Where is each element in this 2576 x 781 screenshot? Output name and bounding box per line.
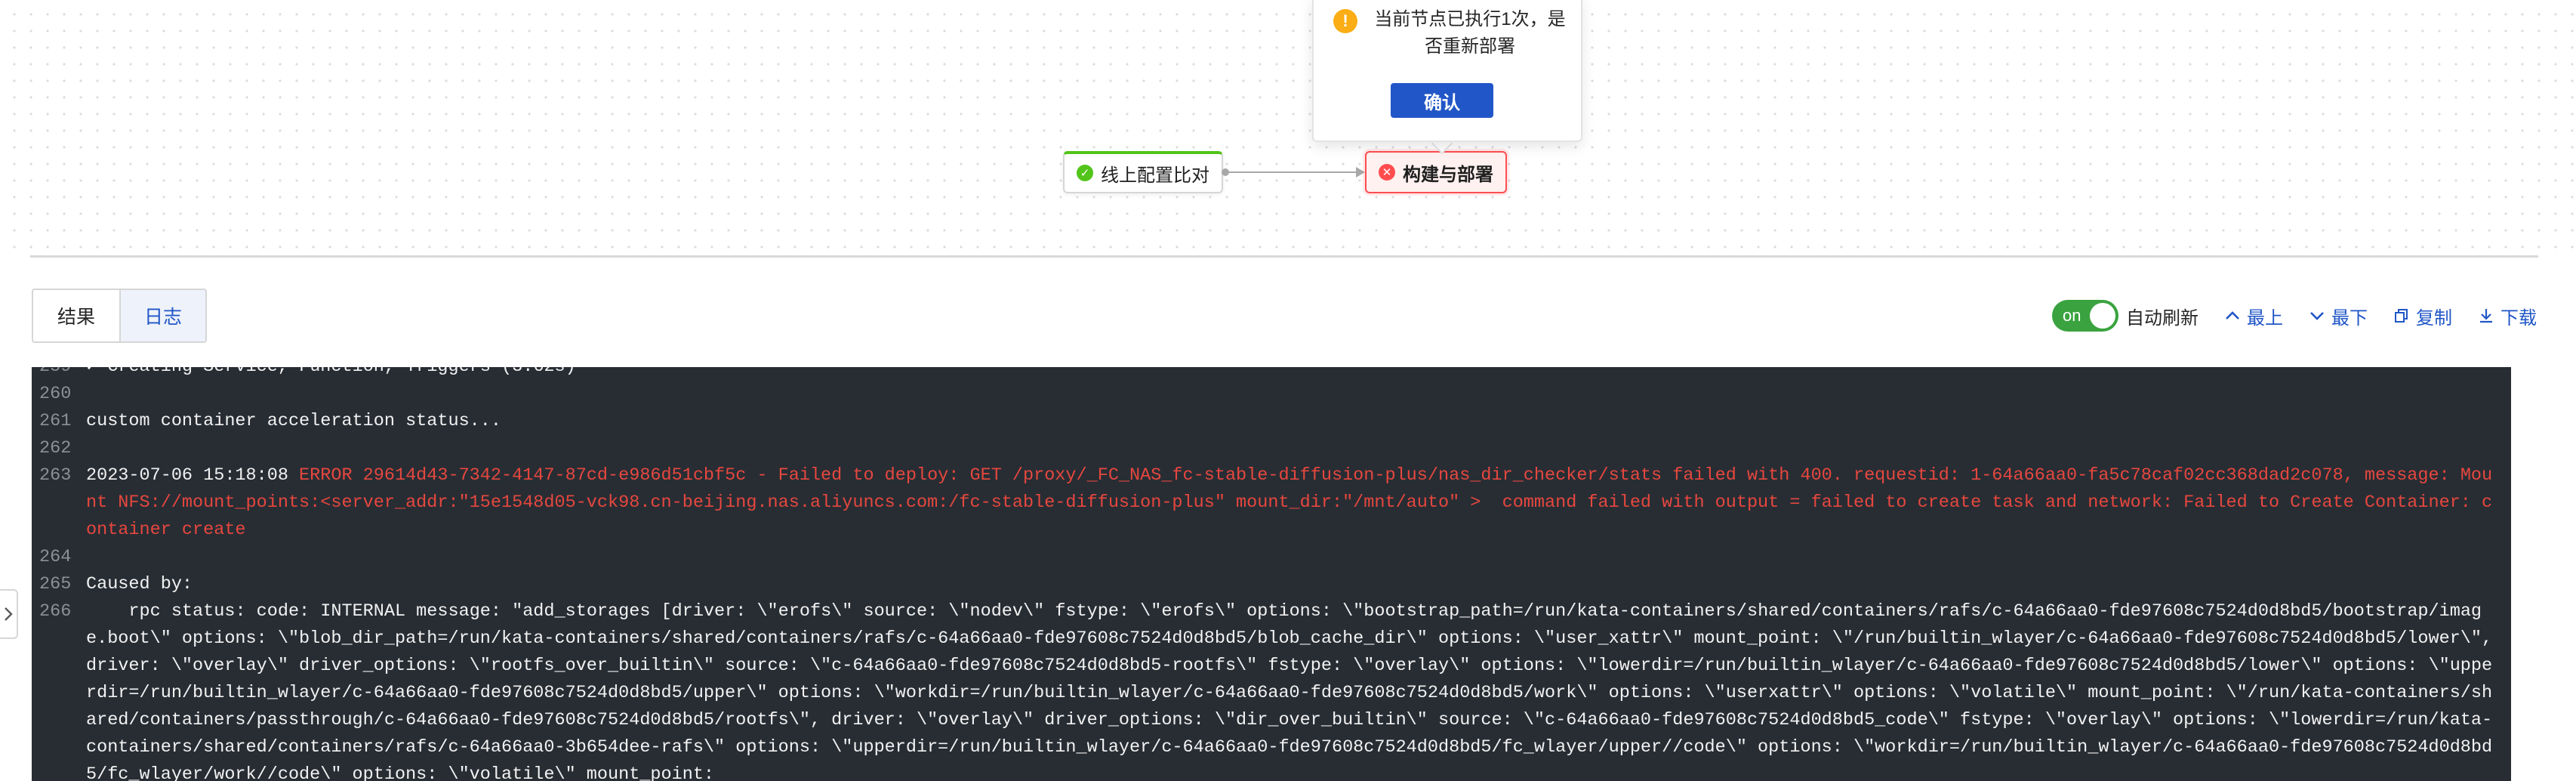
- log-line: 262: [32, 435, 2511, 462]
- auto-refresh-toggle[interactable]: on: [2052, 300, 2118, 332]
- download-button[interactable]: 下载: [2478, 303, 2537, 329]
- download-icon: [2480, 309, 2492, 323]
- line-number: 265: [39, 574, 72, 594]
- log-line: 261 custom container acceleration status…: [32, 408, 2511, 435]
- chevron-right-icon: [5, 607, 13, 621]
- scroll-bottom-button[interactable]: 最下: [2309, 303, 2368, 329]
- chevron-down-icon: [2310, 312, 2324, 320]
- line-number: 262: [39, 438, 72, 458]
- warning-icon: !: [1333, 9, 1357, 33]
- line-text: custom container acceleration status...: [86, 411, 501, 431]
- popover-message: 当前节点已执行1次，是否重新部署: [1374, 9, 1566, 57]
- tab-result[interactable]: 结果: [33, 290, 119, 341]
- pipeline-canvas: [0, 0, 2576, 257]
- redeploy-popover: ! 当前节点已执行1次，是否重新部署 确认: [1312, 0, 1582, 142]
- log-line-error: 263 2023-07-06 15:18:08 ERROR 29614d43-7…: [32, 462, 2511, 544]
- tab-log[interactable]: 日志: [119, 290, 205, 341]
- line-number: 261: [39, 411, 72, 431]
- line-number: 266: [39, 601, 72, 622]
- line-number: 260: [39, 384, 72, 404]
- download-label: 下载: [2501, 307, 2537, 329]
- confirm-button[interactable]: 确认: [1391, 83, 1493, 118]
- log-line: 265 Caused by:: [32, 571, 2511, 598]
- node-label: 构建与部署: [1403, 164, 1493, 185]
- error-message: ERROR 29614d43-7342-4147-87cd-e986d51cbf…: [86, 465, 2493, 540]
- log-toolbar: on 自动刷新 最上 最下 复制 下载: [2052, 298, 2537, 333]
- chevron-up-icon: [2226, 311, 2239, 320]
- log-timestamp: 2023-07-06 15:18:08: [86, 465, 300, 486]
- line-number: 259: [32, 367, 86, 381]
- edge-start-dot: [1222, 168, 1229, 176]
- pipeline-edge: [1223, 171, 1363, 173]
- log-line: 259 ✓ Creating Service, Function, Trigge…: [32, 367, 2511, 381]
- node-label: 线上配置比对: [1101, 165, 1209, 186]
- toggle-text: on: [2063, 306, 2081, 325]
- line-number: 263: [39, 465, 72, 486]
- error-x-icon: ✕: [1379, 164, 1395, 181]
- scroll-top-button[interactable]: 最上: [2224, 303, 2283, 329]
- log-line: 266 rpc status: code: INTERNAL message: …: [32, 598, 2511, 781]
- expand-sidebar-handle[interactable]: [0, 589, 18, 639]
- log-viewer[interactable]: 259 ✓ Creating Service, Function, Trigge…: [32, 367, 2511, 781]
- line-number: 264: [39, 547, 72, 567]
- pipeline-node-build-deploy[interactable]: ✕ 构建与部署: [1365, 151, 1507, 193]
- log-line: 264: [32, 544, 2511, 571]
- copy-label: 复制: [2416, 307, 2452, 329]
- result-log-tabs: 结果 日志: [32, 289, 207, 343]
- line-text: rpc status: code: INTERNAL message: "add…: [86, 601, 2504, 781]
- pipeline-node-config-compare[interactable]: ✓ 线上配置比对: [1063, 151, 1223, 193]
- auto-refresh-label: 自动刷新: [2126, 307, 2199, 329]
- scroll-bottom-label: 最下: [2331, 307, 2368, 329]
- copy-button[interactable]: 复制: [2393, 303, 2452, 329]
- success-check-icon: ✓: [1077, 165, 1093, 181]
- edge-arrow-head: [1356, 167, 1365, 178]
- toggle-knob: [2090, 303, 2115, 329]
- copy-icon: [2395, 309, 2408, 323]
- line-text: Caused by:: [86, 574, 193, 594]
- line-text: 2023-07-06 15:18:08 ERROR 29614d43-7342-…: [86, 462, 2511, 544]
- line-text: ✓ Creating Service, Function, Triggers (…: [86, 367, 2511, 381]
- canvas-divider: [30, 255, 2538, 258]
- scroll-top-label: 最上: [2247, 307, 2283, 329]
- log-line: 260: [32, 381, 2511, 408]
